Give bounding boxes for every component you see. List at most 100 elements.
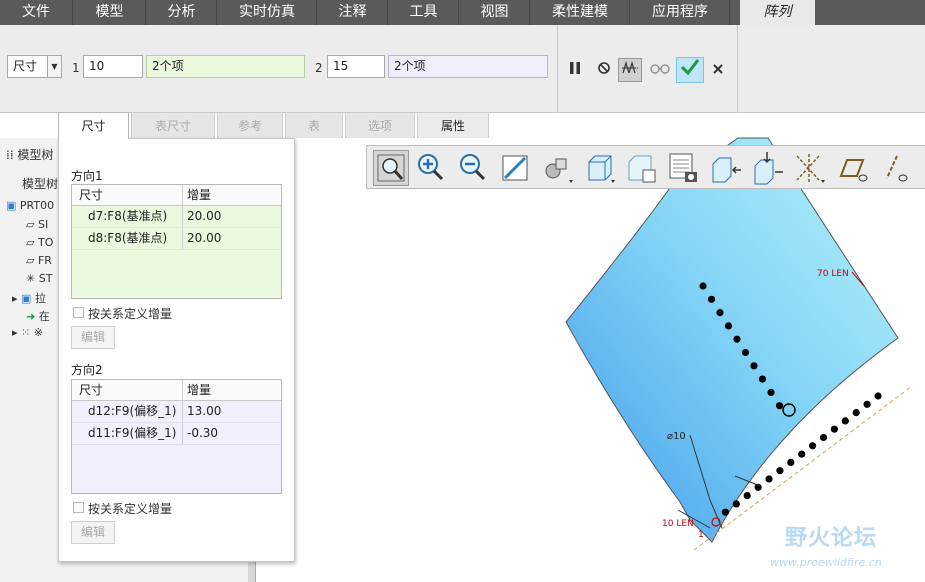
table-row[interactable]: d7:F8(基准点) 20.00: [72, 206, 281, 228]
pattern-point[interactable]: [798, 450, 806, 458]
pattern-point[interactable]: [819, 433, 828, 442]
layers-icon[interactable]: [665, 150, 701, 186]
tree-item-csys[interactable]: ✳ ST: [26, 272, 52, 285]
tab-dimensions[interactable]: 尺寸: [58, 112, 129, 139]
tab-properties[interactable]: 属性: [417, 112, 489, 138]
pattern-point[interactable]: [841, 417, 849, 425]
pattern-point[interactable]: [863, 400, 871, 408]
cancel-x-icon[interactable]: [706, 58, 730, 82]
tree-item-datum[interactable]: ▱ SI: [26, 218, 48, 231]
dir1-items-collector[interactable]: 2个项: [146, 55, 305, 78]
pattern-point[interactable]: [775, 402, 784, 410]
pattern-point[interactable]: [765, 475, 773, 483]
zoom-in-icon[interactable]: [413, 150, 449, 186]
menu-tab-file[interactable]: 文件: [0, 0, 73, 25]
menu-tab-simulation[interactable]: 实时仿真: [218, 0, 317, 25]
expand-icon[interactable]: ▸: [12, 326, 18, 339]
stop-icon[interactable]: [592, 58, 616, 82]
dir1-relation-checkbox[interactable]: [73, 307, 84, 318]
pattern-point[interactable]: [699, 282, 707, 290]
orient-icon[interactable]: [707, 150, 743, 186]
pattern-point[interactable]: [750, 362, 758, 370]
dim-1: 1: [698, 530, 704, 540]
extrude-icon: ▣: [21, 292, 32, 305]
table-row[interactable]: d11:F9(偏移_1) -0.30: [72, 423, 281, 445]
pattern-dashboard: 尺寸 ▼ 1 10 2个项 2 15 2个项: [0, 25, 925, 113]
pattern-point[interactable]: [767, 388, 775, 396]
dir2-relation-checkbox[interactable]: [73, 502, 84, 513]
dir2-edit-button[interactable]: 编辑: [71, 521, 115, 544]
tree-item-pattern[interactable]: ▸ ⁙ ※: [12, 326, 43, 339]
refit-zoom-icon[interactable]: [373, 150, 409, 186]
dir2-items-collector[interactable]: 2个项: [388, 55, 548, 78]
plane-display-icon[interactable]: [833, 150, 869, 186]
tree-item-insert[interactable]: ➜ 在: [26, 308, 50, 324]
datum-plane-icon: ▱: [26, 236, 35, 249]
pattern-point[interactable]: [741, 348, 750, 357]
tree-grid-icon: ⁞⁞: [6, 148, 18, 162]
pattern-point[interactable]: [874, 392, 882, 400]
graphics-toolbar: [366, 145, 925, 189]
tab-table[interactable]: 表: [285, 112, 343, 138]
named-view-icon[interactable]: [749, 150, 785, 186]
saved-views-icon[interactable]: [581, 150, 617, 186]
tab-options[interactable]: 选项: [345, 112, 415, 138]
view-manager-icon[interactable]: [623, 150, 659, 186]
chevron-down-icon[interactable]: ▼: [47, 56, 61, 77]
pattern-point[interactable]: [776, 467, 784, 475]
direction2-table[interactable]: 尺寸 增量 d12:F9(偏移_1) 13.00 d11:F9(偏移_1) -0…: [71, 379, 282, 494]
pattern-point[interactable]: [733, 335, 741, 343]
glasses-icon[interactable]: [648, 58, 672, 82]
pattern-point[interactable]: [852, 409, 860, 417]
pattern-point[interactable]: [787, 458, 795, 466]
dir1-edit-button[interactable]: 编辑: [71, 326, 115, 349]
menu-tab-pattern[interactable]: 阵列: [740, 0, 815, 25]
pattern-point[interactable]: [732, 500, 740, 508]
menu-tab-annotate[interactable]: 注释: [318, 0, 388, 25]
pattern-point[interactable]: [724, 322, 733, 330]
csys-icon: ✳: [26, 272, 36, 285]
table-row[interactable]: d12:F9(偏移_1) 13.00: [72, 401, 281, 423]
table-row[interactable]: d8:F8(基准点) 20.00: [72, 228, 281, 250]
menu-tab-tools[interactable]: 工具: [389, 0, 459, 25]
tree-item-datum[interactable]: ▱ TO: [26, 236, 53, 249]
confirm-check-icon[interactable]: [676, 57, 704, 83]
menu-tab-view[interactable]: 视图: [460, 0, 530, 25]
preview-icon[interactable]: [618, 58, 642, 82]
pause-icon[interactable]: [563, 58, 587, 82]
zoom-out-icon[interactable]: [455, 150, 491, 186]
menu-tab-model[interactable]: 模型: [74, 0, 146, 25]
pattern-point[interactable]: [721, 508, 730, 516]
direction2-label: 方向2: [71, 363, 103, 377]
axis-display-icon[interactable]: [875, 150, 911, 186]
part-icon: ▣: [6, 199, 17, 212]
menu-tab-analysis[interactable]: 分析: [147, 0, 217, 25]
table-header: 尺寸 增量: [72, 185, 281, 206]
tab-table-dimensions[interactable]: 表尺寸: [131, 112, 215, 138]
watermark-url: www.proewildfire.cn: [770, 556, 882, 569]
dir2-count-input[interactable]: 15: [327, 55, 385, 78]
model-tree-tab[interactable]: 模型树: [22, 175, 58, 192]
expand-icon[interactable]: ▸: [12, 292, 18, 305]
tree-item-extrude[interactable]: ▸ ▣ 拉: [12, 290, 46, 306]
tree-item-datum[interactable]: ▱ FR: [26, 254, 52, 267]
tree-item-part[interactable]: ▣ PRT00: [6, 199, 54, 212]
display-style-icon[interactable]: [539, 150, 575, 186]
menu-tab-applications[interactable]: 应用程序: [631, 0, 730, 25]
pattern-type-select[interactable]: 尺寸 ▼: [7, 55, 62, 78]
repaint-icon[interactable]: [497, 150, 533, 186]
pattern-point[interactable]: [707, 295, 716, 303]
pattern-point[interactable]: [830, 425, 839, 433]
direction1-table[interactable]: 尺寸 增量 d7:F8(基准点) 20.00 d8:F8(基准点) 20.00: [71, 184, 282, 299]
pattern-point[interactable]: [716, 309, 724, 317]
pattern-point[interactable]: [758, 375, 767, 383]
pattern-point[interactable]: [743, 492, 751, 500]
menu-tab-flexible[interactable]: 柔性建模: [531, 0, 630, 25]
dir1-count-input[interactable]: 10: [83, 55, 143, 78]
tab-references[interactable]: 参考: [217, 112, 283, 138]
pattern-point[interactable]: [809, 442, 817, 450]
insert-here-arrow-icon: ➜: [26, 310, 36, 323]
datum-display-icon[interactable]: [791, 150, 827, 186]
model-tree-header[interactable]: ⁞⁞ 模型树: [6, 146, 53, 163]
pattern-icon: ⁙: [21, 326, 31, 339]
